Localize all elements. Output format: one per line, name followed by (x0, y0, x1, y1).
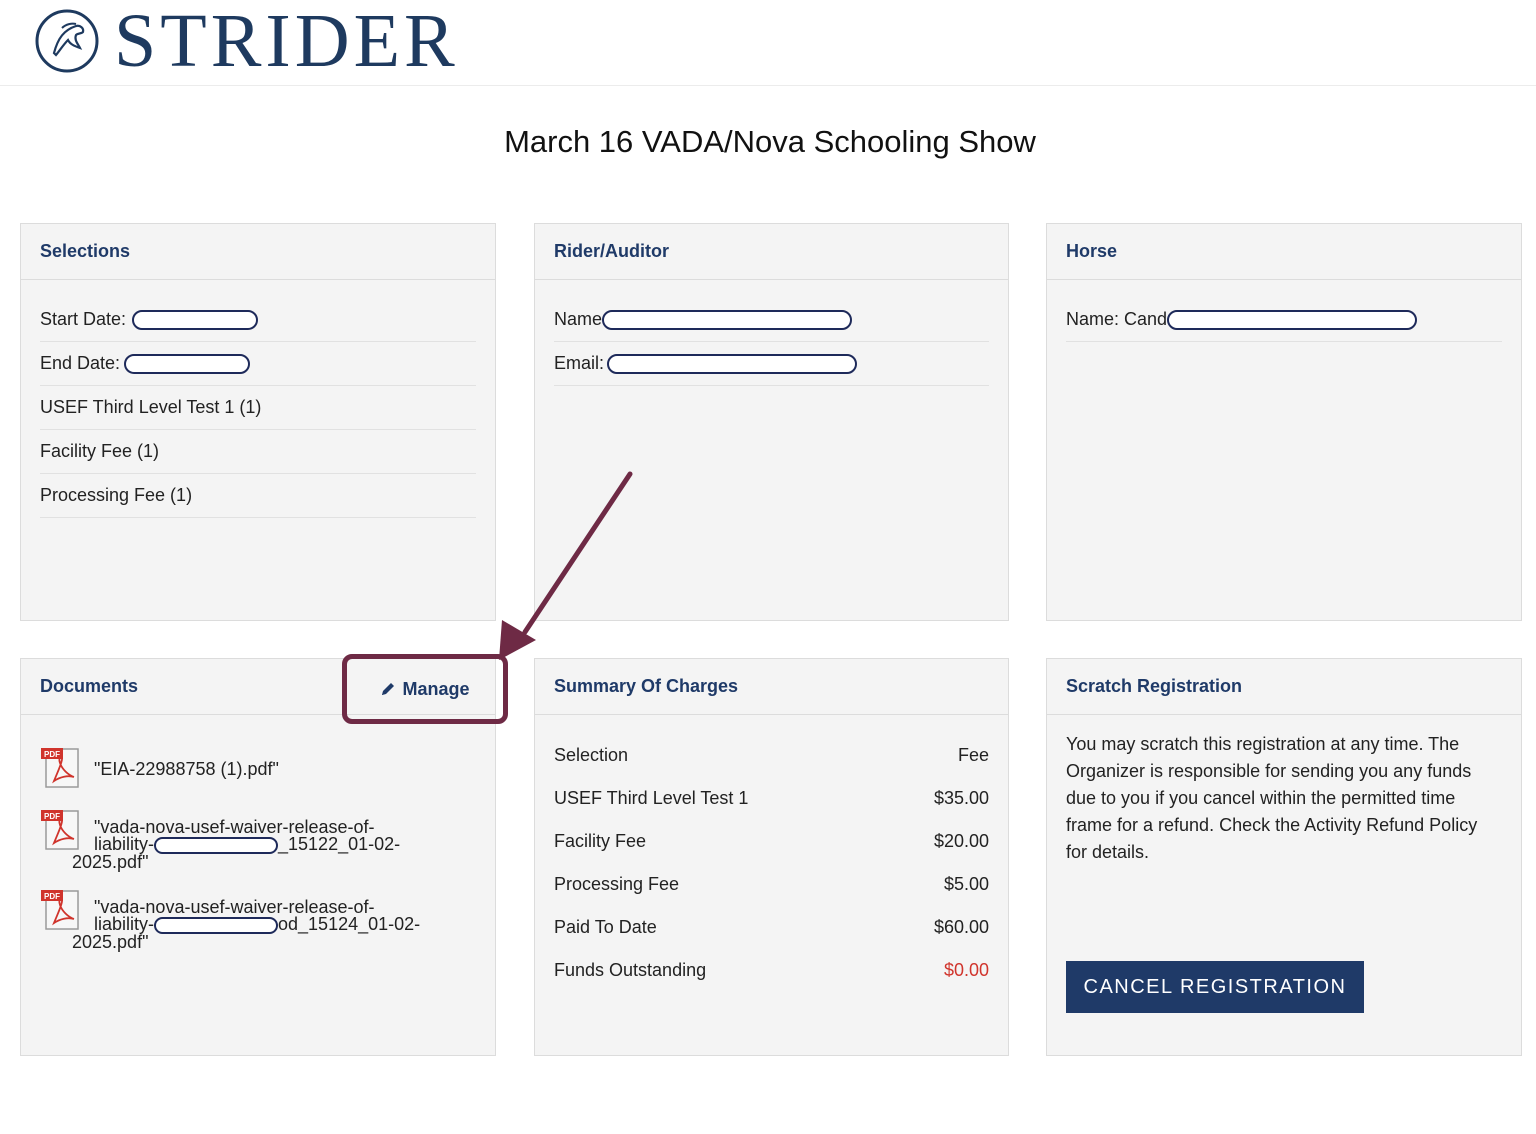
pdf-icon: PDF (41, 748, 79, 788)
document-name[interactable]: "vada-nova-usef-waiver-release-of- liabi… (72, 807, 400, 871)
redacted-rider-email (607, 353, 858, 374)
redacted-start-date (132, 309, 259, 330)
pdf-icon: PDF (41, 810, 79, 850)
rider-card: Rider/Auditor Name Email: (534, 223, 1009, 621)
funds-outstanding-row: Funds Outstanding $0.00 (554, 960, 989, 980)
document-item[interactable]: PDF "vada-nova-usef-waiver-release-of- l… (40, 807, 476, 871)
horse-logo-icon (35, 9, 99, 73)
document-name[interactable]: "EIA-22988758 (1).pdf" (94, 745, 279, 778)
redacted-end-date (124, 353, 251, 374)
charges-header: Summary Of Charges (535, 659, 1008, 715)
document-item[interactable]: PDF "vada-nova-usef-waiver-release-of- l… (40, 887, 476, 951)
charge-row: Facility Fee $20.00 (554, 831, 989, 851)
horse-title: Horse (1066, 241, 1118, 261)
scratch-description: You may scratch this registration at any… (1066, 734, 1478, 862)
selection-item: Processing Fee (1) (40, 474, 476, 518)
svg-text:PDF: PDF (44, 750, 60, 759)
pdf-icon: PDF (41, 889, 79, 930)
redacted-rider-name (602, 309, 853, 330)
funds-outstanding-value: $0.00 (943, 960, 989, 980)
horse-card: Horse Name: Cand (1046, 223, 1522, 621)
pencil-icon (382, 683, 395, 695)
document-name[interactable]: "vada-nova-usef-waiver-release-of- liabi… (72, 887, 420, 951)
redacted-filename (154, 916, 279, 934)
charge-row: USEF Third Level Test 1 $35.00 (554, 788, 989, 808)
redacted-horse-name (1167, 309, 1418, 330)
top-bar: STRIDER (0, 0, 1536, 86)
rider-email-row: Email: (554, 342, 989, 386)
logo[interactable]: STRIDER (34, 0, 459, 83)
selections-card: Selections Start Date: End Date: USEF Th… (20, 223, 496, 621)
charges-header-row: Selection Fee (554, 745, 989, 765)
brand-name: STRIDER (114, 0, 459, 83)
selection-item: Facility Fee (1) (40, 430, 476, 474)
charges-card: Summary Of Charges Selection Fee USEF Th… (534, 658, 1009, 1056)
charge-row: Processing Fee $5.00 (554, 874, 989, 894)
charges-title: Summary Of Charges (554, 676, 739, 696)
scratch-title: Scratch Registration (1066, 676, 1243, 696)
manage-button[interactable]: Manage (380, 679, 470, 700)
manage-highlight: Manage (342, 654, 508, 724)
start-date-row: Start Date: (40, 298, 476, 342)
document-item[interactable]: PDF "EIA-22988758 (1).pdf" (40, 745, 476, 789)
scratch-header: Scratch Registration (1047, 659, 1521, 715)
selections-title: Selections (40, 241, 131, 261)
rider-name-row: Name (554, 298, 989, 342)
rider-header: Rider/Auditor (535, 224, 1008, 280)
horse-name-row: Name: Cand (1066, 298, 1502, 342)
redacted-filename (154, 836, 279, 854)
documents-title: Documents (40, 676, 139, 696)
horse-header: Horse (1047, 224, 1521, 280)
cancel-registration-button[interactable]: CANCEL REGISTRATION (1066, 961, 1364, 1013)
page-title: March 16 VADA/Nova Schooling Show (504, 124, 1036, 159)
selections-header: Selections (21, 224, 495, 280)
end-date-row: End Date: (40, 342, 476, 386)
selection-item: USEF Third Level Test 1 (1) (40, 386, 476, 430)
charge-row: Paid To Date $60.00 (554, 917, 989, 937)
svg-text:PDF: PDF (44, 812, 60, 821)
scratch-card: Scratch Registration You may scratch thi… (1046, 658, 1522, 1056)
rider-title: Rider/Auditor (554, 241, 669, 261)
svg-text:PDF: PDF (44, 892, 60, 901)
